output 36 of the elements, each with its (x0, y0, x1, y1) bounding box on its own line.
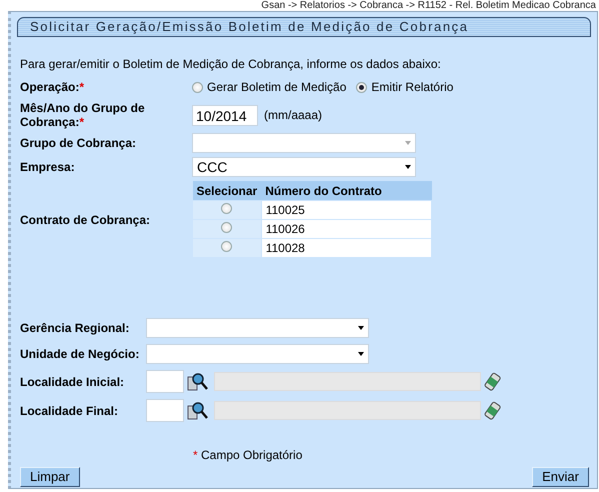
column-header: Selecionar (192, 181, 262, 200)
field-label: Localidade Inicial: (20, 374, 126, 388)
input-field[interactable] (146, 399, 184, 422)
field-label: Operação:* (20, 80, 86, 94)
column-header: Número do Contrato (261, 181, 432, 200)
search-icon[interactable] (187, 372, 209, 392)
table-cell: 110026 (261, 220, 432, 238)
field-label: Empresa: (20, 160, 76, 174)
dropdown[interactable]: CCC (192, 157, 416, 177)
radio-button[interactable] (221, 203, 232, 214)
radio-button[interactable] (221, 241, 232, 252)
input-field[interactable] (146, 370, 184, 393)
page-title: Solicitar Geração/Emissão Boletim de Medição de Cobrança (17, 17, 591, 37)
table-cell: 110025 (261, 200, 432, 220)
field-label: Localidade Final: (20, 404, 120, 418)
field-label: Grupo de Cobrança: (20, 136, 138, 150)
clear-button[interactable]: Limpar (20, 467, 80, 487)
field-label: Contrato de Cobrança: (20, 212, 152, 226)
field-label: Gerência Regional: (20, 321, 130, 335)
breadcrumb: Gsan -> Relatorios -> Cobranca -> R1152 - Rel. Boletim Medicao Cobranca (260, 0, 597, 11)
dropdown[interactable] (146, 344, 369, 364)
submit-button[interactable]: Enviar (532, 467, 589, 487)
field-label: Mês/Ano do Grupo de Cobrança:* (20, 101, 146, 129)
required-field-note: * Campo Obrigatório (193, 448, 304, 462)
table-cell: 110028 (261, 238, 432, 258)
radio-button[interactable] (356, 82, 368, 92)
format-hint: (mm/aaaa) (264, 108, 322, 122)
radio-button[interactable] (192, 82, 203, 92)
instructions-text: Para gerar/emitir o Boletim de Medição de Cobrança, informe os dados abaixo: (20, 57, 442, 73)
radio-button[interactable] (221, 222, 232, 233)
dropdown[interactable] (146, 318, 369, 338)
search-icon[interactable] (187, 400, 209, 420)
field-label: Unidade de Negócio: (20, 347, 140, 361)
radio-label: Gerar Boletim de Medição (207, 80, 346, 94)
input-field[interactable]: 10/2014 (192, 104, 258, 126)
radio-label: Emitir Relatório (371, 80, 454, 94)
